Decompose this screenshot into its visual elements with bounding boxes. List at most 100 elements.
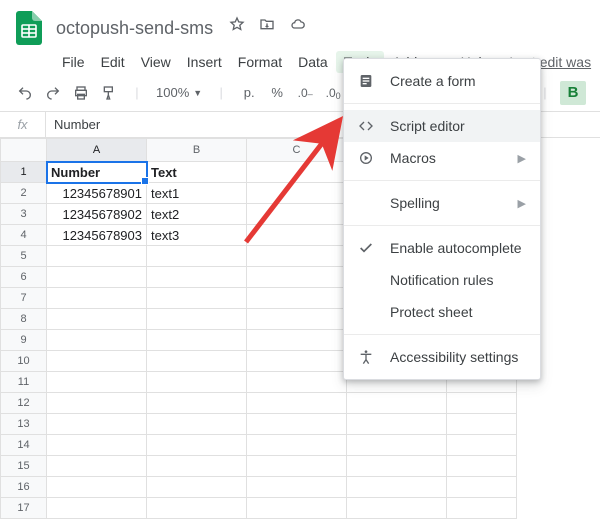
cell[interactable] xyxy=(447,414,517,435)
undo-icon[interactable] xyxy=(14,80,36,106)
cloud-icon[interactable] xyxy=(289,16,307,32)
move-icon[interactable] xyxy=(259,16,275,32)
cell[interactable] xyxy=(147,435,247,456)
cell[interactable] xyxy=(47,351,147,372)
cell[interactable] xyxy=(47,435,147,456)
cell[interactable] xyxy=(147,414,247,435)
row-header[interactable]: 9 xyxy=(1,330,47,351)
zoom-select[interactable]: 100%▼ xyxy=(154,85,204,100)
cell[interactable] xyxy=(47,456,147,477)
redo-icon[interactable] xyxy=(42,80,64,106)
row-header[interactable]: 3 xyxy=(1,204,47,225)
col-header-c[interactable]: C xyxy=(247,139,347,162)
print-icon[interactable] xyxy=(70,80,92,106)
row-header[interactable]: 17 xyxy=(1,498,47,519)
cell[interactable] xyxy=(47,414,147,435)
row-header[interactable]: 11 xyxy=(1,372,47,393)
cell[interactable] xyxy=(247,267,347,288)
cell[interactable]: 12345678901 xyxy=(47,183,147,204)
menu-item-autocomplete[interactable]: Enable autocomplete xyxy=(344,232,540,264)
cell[interactable] xyxy=(47,246,147,267)
cell[interactable] xyxy=(247,183,347,204)
row-header[interactable]: 16 xyxy=(1,477,47,498)
cell[interactable] xyxy=(247,414,347,435)
cell[interactable] xyxy=(247,477,347,498)
row-header[interactable]: 5 xyxy=(1,246,47,267)
decrease-decimal-icon[interactable]: .0_ xyxy=(294,80,316,106)
cell[interactable] xyxy=(147,393,247,414)
row-header[interactable]: 14 xyxy=(1,435,47,456)
cell[interactable] xyxy=(247,204,347,225)
row-header[interactable]: 4 xyxy=(1,225,47,246)
cell[interactable] xyxy=(47,477,147,498)
cell[interactable] xyxy=(247,246,347,267)
cell[interactable] xyxy=(47,393,147,414)
document-name[interactable]: octopush-send-sms xyxy=(54,16,215,41)
cell[interactable] xyxy=(147,477,247,498)
percent-icon[interactable]: % xyxy=(266,80,288,106)
menu-file[interactable]: File xyxy=(54,51,93,73)
cell[interactable] xyxy=(47,372,147,393)
cell[interactable]: text2 xyxy=(147,204,247,225)
cell[interactable] xyxy=(447,435,517,456)
cell[interactable] xyxy=(247,351,347,372)
cell[interactable] xyxy=(247,498,347,519)
row-header[interactable]: 1 xyxy=(1,162,47,183)
formula-input[interactable]: Number xyxy=(46,117,100,132)
select-all-corner[interactable] xyxy=(1,139,47,162)
currency-icon[interactable]: р. xyxy=(238,80,260,106)
cell[interactable] xyxy=(247,288,347,309)
row-header[interactable]: 8 xyxy=(1,309,47,330)
row-header[interactable]: 6 xyxy=(1,267,47,288)
cell[interactable] xyxy=(247,435,347,456)
cell[interactable] xyxy=(447,393,517,414)
cell[interactable]: text3 xyxy=(147,225,247,246)
row-header[interactable]: 10 xyxy=(1,351,47,372)
cell[interactable] xyxy=(47,288,147,309)
cell[interactable] xyxy=(47,267,147,288)
menu-data[interactable]: Data xyxy=(290,51,336,73)
cell[interactable] xyxy=(447,477,517,498)
cell-b1[interactable]: Text xyxy=(147,162,247,183)
cell[interactable] xyxy=(347,435,447,456)
cell[interactable]: text1 xyxy=(147,183,247,204)
bold-button[interactable]: B xyxy=(560,81,586,105)
cell[interactable] xyxy=(247,372,347,393)
paint-format-icon[interactable] xyxy=(98,80,120,106)
menu-format[interactable]: Format xyxy=(230,51,290,73)
col-header-b[interactable]: B xyxy=(147,139,247,162)
menu-item-protect-sheet[interactable]: Protect sheet xyxy=(344,296,540,328)
menu-item-notification-rules[interactable]: Notification rules xyxy=(344,264,540,296)
menu-edit[interactable]: Edit xyxy=(93,51,133,73)
cell[interactable] xyxy=(247,330,347,351)
row-header[interactable]: 15 xyxy=(1,456,47,477)
cell[interactable] xyxy=(247,456,347,477)
star-icon[interactable] xyxy=(229,16,245,32)
cell[interactable] xyxy=(247,225,347,246)
cell-a1[interactable]: Number xyxy=(47,162,147,183)
cell[interactable] xyxy=(147,288,247,309)
cell[interactable] xyxy=(347,498,447,519)
menu-item-macros[interactable]: Macros ▶ xyxy=(344,142,540,174)
row-header[interactable]: 12 xyxy=(1,393,47,414)
cell[interactable] xyxy=(347,414,447,435)
cell[interactable] xyxy=(147,456,247,477)
cell[interactable] xyxy=(247,393,347,414)
menu-item-accessibility[interactable]: Accessibility settings xyxy=(344,341,540,373)
cell[interactable] xyxy=(147,246,247,267)
cell[interactable]: 12345678903 xyxy=(47,225,147,246)
row-header[interactable]: 2 xyxy=(1,183,47,204)
row-header[interactable]: 7 xyxy=(1,288,47,309)
increase-decimal-icon[interactable]: .00 xyxy=(322,80,344,106)
menu-insert[interactable]: Insert xyxy=(179,51,230,73)
cell[interactable] xyxy=(47,498,147,519)
cell[interactable] xyxy=(247,162,347,183)
cell[interactable]: 12345678902 xyxy=(47,204,147,225)
menu-item-spelling[interactable]: Spelling ▶ xyxy=(344,187,540,219)
cell[interactable] xyxy=(347,477,447,498)
cell[interactable] xyxy=(147,309,247,330)
cell[interactable] xyxy=(147,372,247,393)
cell[interactable] xyxy=(447,498,517,519)
cell[interactable] xyxy=(47,330,147,351)
col-header-a[interactable]: A xyxy=(47,139,147,162)
